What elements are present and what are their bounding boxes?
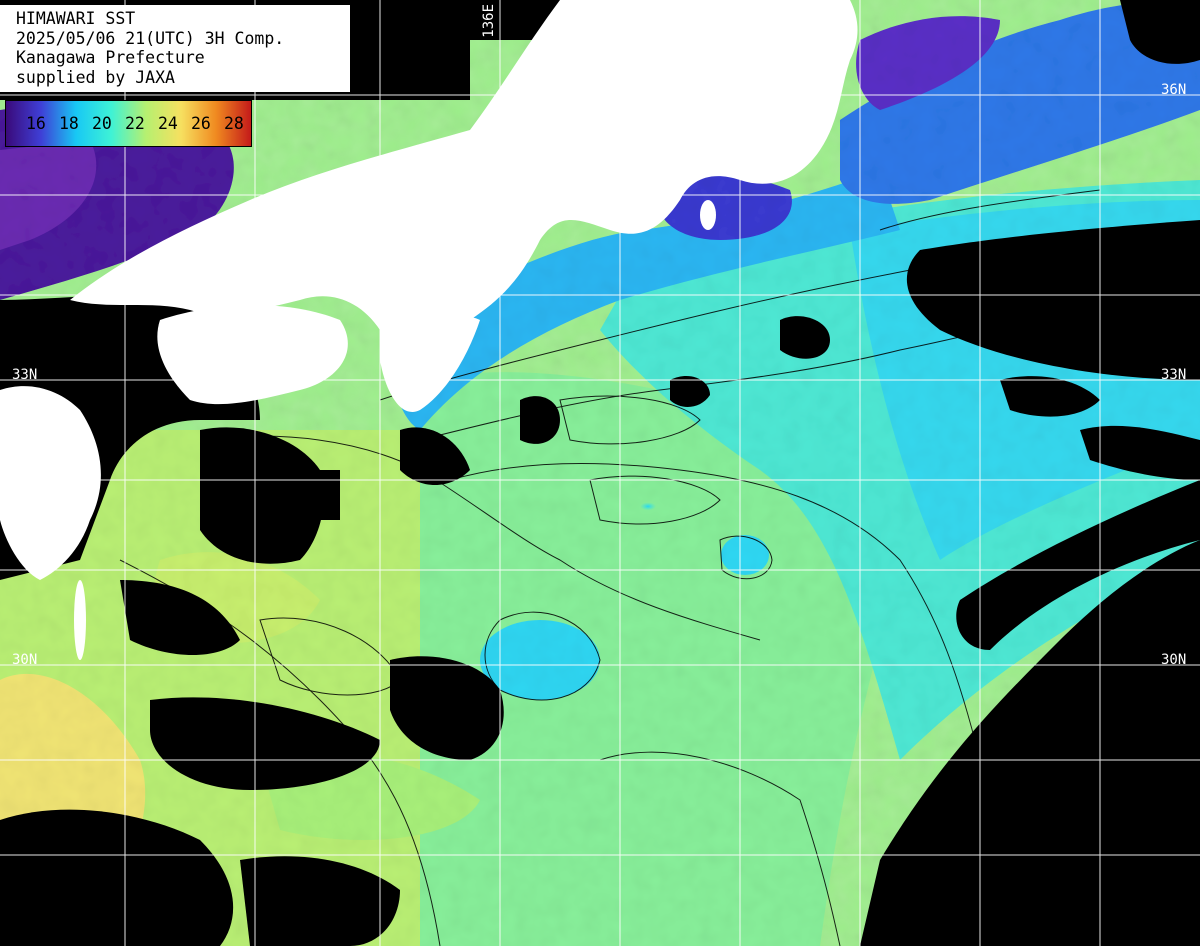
title-line-1: HIMAWARI SST (16, 9, 136, 28)
scale-tick-22: 22 (125, 114, 145, 133)
scale-tick-16: 16 (26, 114, 46, 133)
lat-label-33n-east: 33N (1161, 367, 1187, 383)
scale-tick-28: 28 (224, 114, 244, 133)
lat-label-33n-west: 33N (12, 367, 38, 383)
lat-label-30n-east: 30N (1161, 652, 1187, 668)
scale-tick-26: 26 (191, 114, 211, 133)
color-scale-legend: 16 18 20 22 24 26 28 (5, 100, 252, 147)
lon-label-136e: 136E (481, 4, 497, 38)
scale-tick-20: 20 (92, 114, 112, 133)
title-line-2: 2025/05/06 21(UTC) 3H Comp. (16, 28, 285, 48)
lat-label-36n: 36N (1161, 82, 1187, 98)
title-line-4: supplied by JAXA (16, 67, 175, 87)
title-line-3: Kanagawa Prefecture (16, 48, 205, 67)
lat-label-30n-west: 30N (12, 652, 38, 668)
title-box: HIMAWARI SST 2025/05/06 21(UTC) 3H Comp.… (0, 5, 350, 92)
scale-tick-24: 24 (158, 114, 178, 133)
scale-tick-18: 18 (59, 114, 79, 133)
